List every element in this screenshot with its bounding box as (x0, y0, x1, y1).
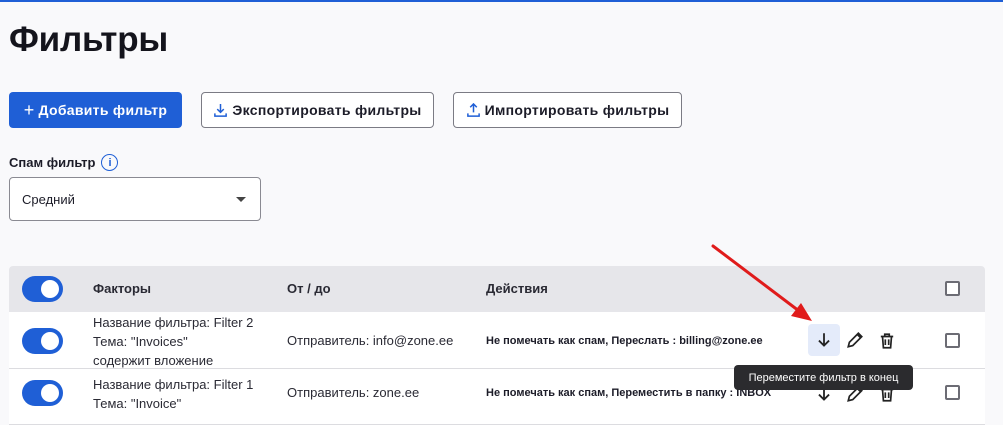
filter-enabled-switch[interactable] (22, 380, 63, 406)
filter-actions: Не помечать как спам, Переслать : billin… (486, 335, 763, 347)
table-row: Название фильтра: Filter 2 Тема: "Invoic… (9, 312, 985, 369)
filter-factors: Название фильтра: Filter 1 Тема: "Invoic… (93, 375, 253, 413)
factor-line: Название фильтра: Filter 1 (93, 377, 254, 392)
edit-button[interactable] (845, 330, 865, 350)
delete-button[interactable] (877, 331, 897, 351)
spam-filter-label-text: Спам фильтр (9, 155, 96, 170)
filter-actions: Не помечать как спам, Переместить в папк… (486, 387, 772, 399)
page-title: Фильтры (9, 20, 169, 59)
export-filters-button[interactable]: Экспортировать фильтры (201, 92, 434, 128)
filters-table-header: Факторы От / до Действия (9, 266, 985, 312)
top-accent-line (0, 0, 1003, 2)
tooltip: Переместите фильтр в конец (734, 365, 913, 390)
move-to-end-button[interactable] (808, 324, 840, 356)
factor-line: Тема: "Invoices" (93, 334, 188, 349)
info-icon[interactable]: i (101, 154, 119, 171)
filter-from-to: Отправитель: info@zone.ee (287, 333, 454, 348)
pencil-icon (847, 332, 863, 348)
spam-level-select[interactable]: Средний (9, 177, 261, 221)
column-header-actions: Действия (486, 281, 548, 296)
factor-line: Тема: "Invoice" (93, 396, 182, 411)
import-filters-button[interactable]: Импортировать фильтры (453, 92, 682, 128)
factor-line: содержит вложение (93, 353, 214, 368)
upload-icon (466, 102, 480, 117)
arrow-down-icon (818, 333, 830, 347)
toggle-all-switch[interactable] (22, 276, 63, 302)
plus-icon: + (23, 100, 35, 120)
filter-factors: Название фильтра: Filter 2 Тема: "Invoic… (93, 313, 253, 370)
spam-filter-label: Спам фильтр i (9, 154, 119, 171)
row-select-checkbox[interactable] (945, 333, 960, 348)
import-filters-label: Импортировать фильтры (484, 102, 670, 118)
export-filters-label: Экспортировать фильтры (232, 102, 422, 118)
row-select-checkbox[interactable] (945, 385, 960, 400)
column-header-from-to: От / до (287, 281, 331, 296)
select-all-checkbox[interactable] (945, 281, 960, 296)
filter-from-to: Отправитель: zone.ee (287, 385, 420, 400)
add-filter-button[interactable]: + Добавить фильтр (9, 92, 182, 128)
trash-icon (880, 333, 894, 349)
download-icon (214, 103, 228, 117)
spam-level-value: Средний (22, 191, 75, 207)
filter-enabled-switch[interactable] (22, 328, 63, 354)
add-filter-label: Добавить фильтр (38, 102, 168, 118)
caret-down-icon (236, 197, 246, 202)
factor-line: Название фильтра: Filter 2 (93, 315, 254, 330)
column-header-factors: Факторы (93, 281, 152, 296)
